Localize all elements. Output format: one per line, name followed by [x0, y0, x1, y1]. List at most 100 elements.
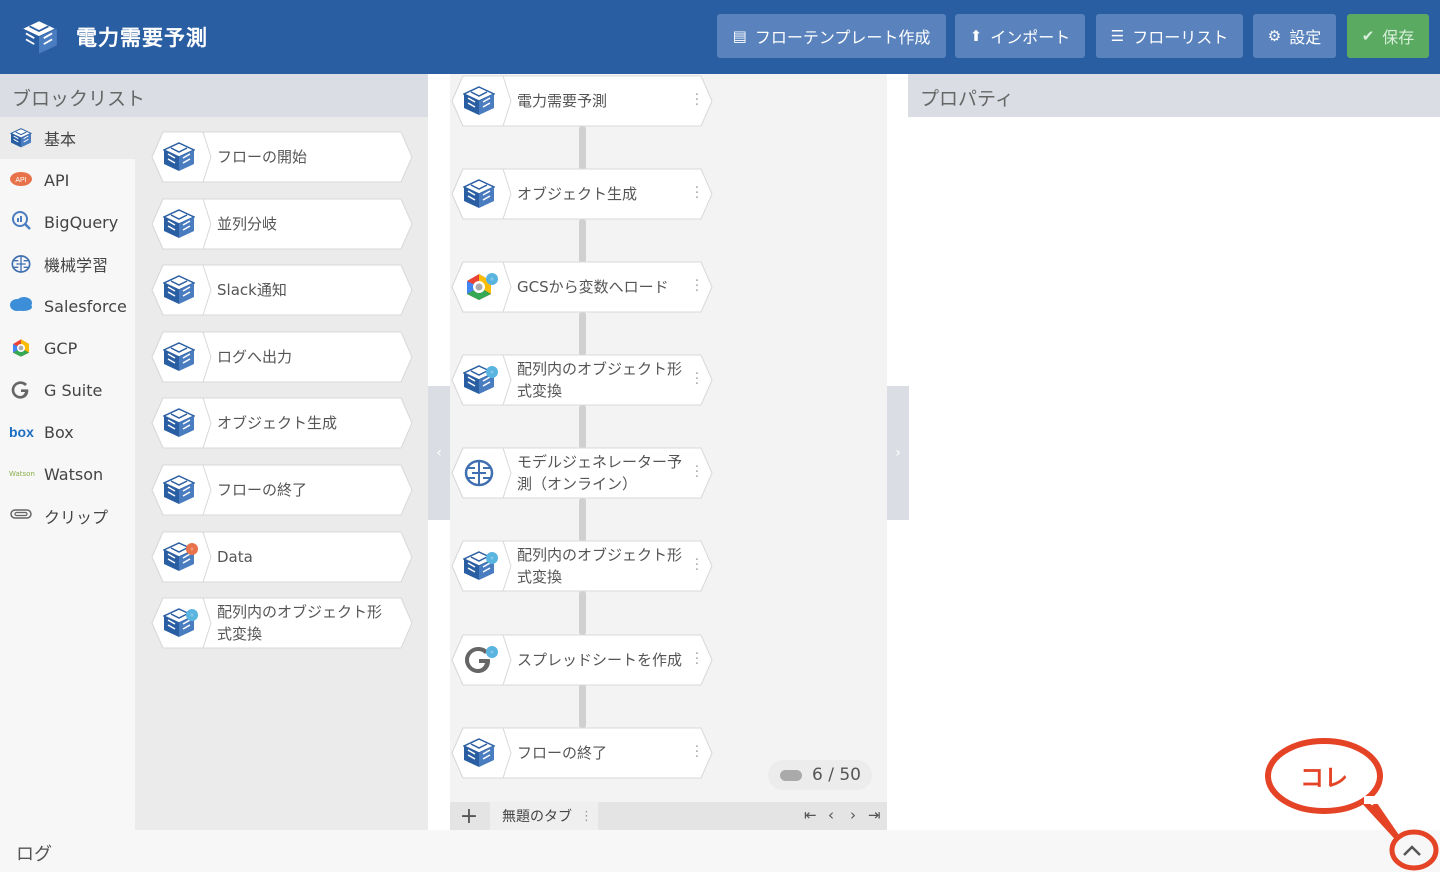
cube-icon: [163, 275, 195, 305]
block-label: フローの開始: [217, 148, 308, 166]
flow-connector: [579, 684, 586, 728]
node-label: フローの終了: [517, 744, 608, 762]
category-label: 機械学習: [44, 256, 109, 275]
collapse-right-button[interactable]: ›: [887, 386, 909, 520]
palette-block[interactable]: 並列分岐: [151, 198, 413, 250]
save-button-label: 保存: [1382, 28, 1415, 47]
google-g-icon: [9, 380, 33, 400]
cube-icon: [463, 738, 495, 768]
flow-connector: [579, 126, 586, 170]
category-ml[interactable]: 機械学習: [0, 243, 135, 285]
chevron-left-icon: ‹: [436, 445, 442, 461]
brain-icon: [9, 254, 33, 274]
block-label: ログへ出力: [217, 348, 293, 366]
category-label: Box: [44, 422, 74, 442]
cube-icon: [463, 86, 495, 116]
block-counter-value: 6 / 50: [812, 765, 861, 785]
palette-block[interactable]: オブジェクト生成: [151, 397, 413, 449]
flow-node[interactable]: モデルジェネレーター予 測（オンライン） · · ·: [451, 447, 713, 499]
palette-block[interactable]: フローの終了: [151, 464, 413, 516]
flow-node[interactable]: ◦ 配列内のオブジェクト形 式変換 · · ·: [451, 540, 713, 592]
node-label: スプレッドシートを作成: [517, 651, 683, 669]
info-badge-icon: ◦: [486, 646, 498, 658]
category-watson[interactable]: Watson Watson: [0, 453, 135, 495]
settings-button[interactable]: ⚙ 設定: [1253, 14, 1336, 58]
bigquery-icon: [9, 210, 33, 234]
block-label: オブジェクト生成: [217, 414, 338, 432]
block-label: Slack通知: [217, 281, 287, 299]
tab-menu-icon[interactable]: ⋮: [580, 809, 593, 824]
flow-node[interactable]: 電力需要予測 · · ·: [451, 75, 713, 127]
flow-list-button-label: フローリスト: [1132, 28, 1229, 47]
collapse-left-button[interactable]: ‹: [428, 386, 450, 520]
category-label: G Suite: [44, 380, 103, 400]
node-menu-icon[interactable]: · · ·: [695, 89, 699, 112]
node-menu-icon[interactable]: · · ·: [695, 182, 699, 205]
category-label: Watson: [44, 464, 104, 484]
block-label: 配列内のオブジェクト形 式変換: [217, 603, 383, 643]
node-label: モデルジェネレーター予 測（オンライン）: [517, 453, 683, 493]
flow-node[interactable]: ◦ 配列内のオブジェクト形 式変換 · · ·: [451, 354, 713, 406]
properties-title: プロパティ: [920, 88, 1014, 110]
category-label: Salesforce: [44, 296, 127, 316]
palette-block[interactable]: ログへ出力: [151, 331, 413, 383]
pill-icon: [780, 769, 802, 781]
flow-connector: [579, 498, 586, 542]
category-bigquery[interactable]: BigQuery: [0, 201, 135, 243]
brain-icon: [463, 458, 495, 488]
import-button[interactable]: ⬆ インポート: [955, 14, 1085, 58]
palette-block[interactable]: フローの開始: [151, 131, 413, 183]
block-label: フローの終了: [217, 481, 308, 499]
category-gcp[interactable]: GCP: [0, 327, 135, 369]
category-api[interactable]: API API: [0, 159, 135, 201]
flow-node[interactable]: ◦ スプレッドシートを作成 · · ·: [451, 634, 713, 686]
paperclip-icon: [9, 508, 33, 524]
node-label: オブジェクト生成: [517, 185, 638, 203]
add-tab-button[interactable]: +: [450, 802, 488, 830]
flow-connector: [579, 312, 586, 356]
log-bar: ログ: [0, 830, 1440, 872]
blocklist-header: ブロックリスト: [0, 74, 428, 117]
palette-block[interactable]: Slack通知: [151, 264, 413, 316]
first-tab-icon[interactable]: ⇤: [804, 806, 817, 824]
flow-node[interactable]: オブジェクト生成 · · ·: [451, 168, 713, 220]
category-basic[interactable]: 基本: [0, 117, 135, 159]
save-button[interactable]: ✔ 保存: [1347, 14, 1429, 58]
template-list-icon: ▤: [732, 27, 747, 45]
block-label: Data: [217, 548, 253, 566]
node-menu-icon[interactable]: · · ·: [695, 648, 699, 671]
category-salesforce[interactable]: Salesforce: [0, 285, 135, 327]
info-badge-icon: ◦: [486, 552, 498, 564]
flow-list-button[interactable]: ☰ フローリスト: [1096, 14, 1243, 58]
node-menu-icon[interactable]: · · ·: [695, 275, 699, 298]
prev-tab-icon[interactable]: ‹: [828, 806, 834, 824]
cube-icon: [163, 342, 195, 372]
import-button-label: インポート: [990, 28, 1071, 47]
salesforce-cloud-icon: [9, 296, 33, 316]
node-label: 配列内のオブジェクト形 式変換: [517, 546, 683, 586]
flow-node[interactable]: フローの終了 · · ·: [451, 727, 713, 779]
log-title: ログ: [16, 844, 52, 865]
palette-block[interactable]: ◦ Data: [151, 531, 413, 583]
flow-template-button[interactable]: ▤ フローテンプレート作成: [717, 14, 946, 58]
palette-block[interactable]: ◦ 配列内のオブジェクト形 式変換: [151, 597, 413, 649]
node-menu-icon[interactable]: · · ·: [695, 554, 699, 577]
node-menu-icon[interactable]: · · ·: [695, 368, 699, 391]
category-label: 基本: [44, 130, 77, 149]
list-icon: ☰: [1110, 27, 1125, 45]
flow-node[interactable]: ◦ GCSから変数へロード · · ·: [451, 261, 713, 313]
next-tab-icon[interactable]: ›: [850, 806, 856, 824]
cube-icon: [9, 128, 33, 148]
node-menu-icon[interactable]: · · ·: [695, 461, 699, 484]
svg-text:API: API: [15, 177, 26, 184]
category-clip[interactable]: クリップ: [0, 495, 135, 537]
last-tab-icon[interactable]: ⇥: [868, 806, 881, 824]
category-label: API: [44, 170, 70, 190]
category-box[interactable]: box Box: [0, 411, 135, 453]
category-gsuite[interactable]: G Suite: [0, 369, 135, 411]
node-menu-icon[interactable]: · · ·: [695, 741, 699, 764]
annotation-text: コレ: [1300, 764, 1348, 792]
tab-untitled[interactable]: 無題のタブ ⋮: [490, 802, 598, 830]
flow-title: 電力需要予測: [76, 26, 208, 50]
tab-label: 無題のタブ: [502, 809, 572, 825]
